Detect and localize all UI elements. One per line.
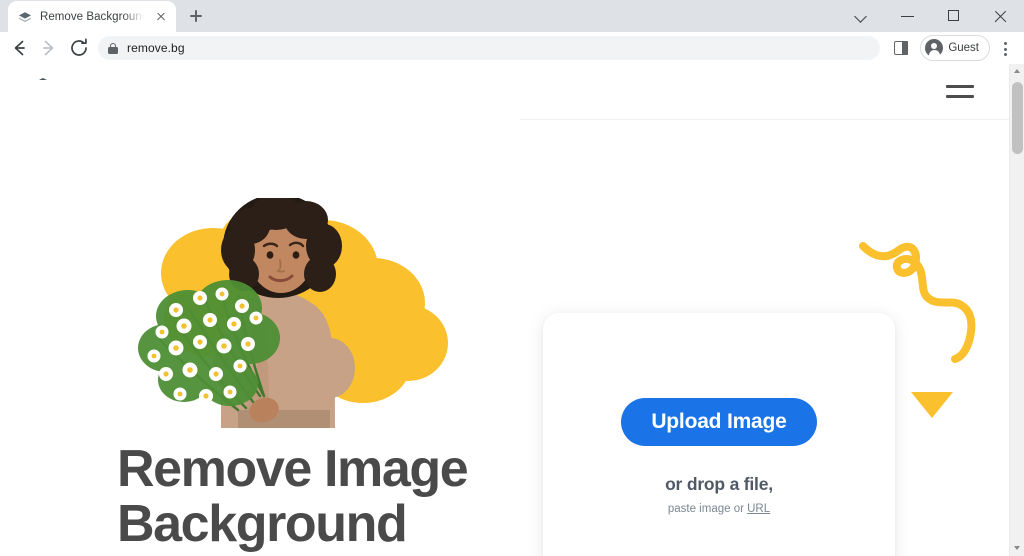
paste-url-link[interactable]: URL [747, 503, 770, 515]
hero-image [118, 194, 448, 428]
maximize-button[interactable] [932, 0, 978, 32]
browser-window: Remove Background from Image [0, 0, 1024, 556]
back-button[interactable] [4, 33, 34, 63]
side-panel-icon[interactable] [886, 33, 916, 63]
forward-button[interactable] [34, 33, 64, 63]
maximize-icon [948, 10, 959, 21]
drop-file-text: or drop a file, [665, 473, 773, 494]
page-scrollbar[interactable] [1009, 64, 1024, 556]
upload-image-button[interactable]: Upload Image [621, 397, 817, 446]
reload-button[interactable] [64, 33, 94, 63]
tab-search-button[interactable] [840, 0, 886, 32]
new-tab-button[interactable] [182, 2, 210, 30]
paste-hint-prefix: paste image or [667, 502, 748, 515]
profile-label: Guest [948, 42, 979, 54]
page-viewport: removebg [0, 64, 1024, 556]
page-title: Remove Image Background [117, 440, 469, 553]
window-controls [840, 0, 1024, 32]
tab-strip: Remove Background from Image [0, 0, 1024, 32]
removebg-layers-favicon [17, 9, 33, 25]
hero-section: Remove Image Background 100% Automatical… [0, 80, 1009, 556]
scroll-up-arrow-icon[interactable] [1010, 64, 1024, 79]
headline-line-2: Background [117, 495, 408, 553]
scroll-down-arrow-icon[interactable] [1010, 541, 1024, 556]
minimize-button[interactable] [886, 0, 932, 32]
browser-tab[interactable]: Remove Background from Image [8, 1, 176, 32]
toolbar-right-group: Guest [886, 33, 1018, 63]
avatar [925, 39, 944, 58]
chrome-menu-button[interactable] [992, 33, 1018, 63]
minimize-icon [901, 16, 914, 18]
paste-hint: paste image or URL [668, 503, 770, 515]
close-window-button[interactable] [978, 0, 1024, 32]
upload-card[interactable]: Upload Image or drop a file, paste image… [543, 313, 895, 556]
url-text: remove.bg [127, 41, 185, 55]
browser-toolbar: remove.bg Guest [0, 32, 1024, 64]
close-tab-icon[interactable] [153, 9, 169, 25]
removebg-page: removebg [0, 64, 1009, 556]
address-bar[interactable]: remove.bg [98, 36, 881, 60]
chevron-down-icon [854, 10, 867, 23]
hamburger-menu-icon[interactable] [945, 81, 975, 103]
tab-title: Remove Background from Image [40, 10, 146, 23]
scrollbar-thumb[interactable] [1012, 82, 1023, 154]
profile-chip[interactable]: Guest [920, 35, 990, 61]
headline-line-1: Remove Image [117, 440, 469, 498]
lock-icon [108, 42, 118, 54]
hero-copy: Remove Image Background 100% Automatical… [117, 440, 469, 556]
